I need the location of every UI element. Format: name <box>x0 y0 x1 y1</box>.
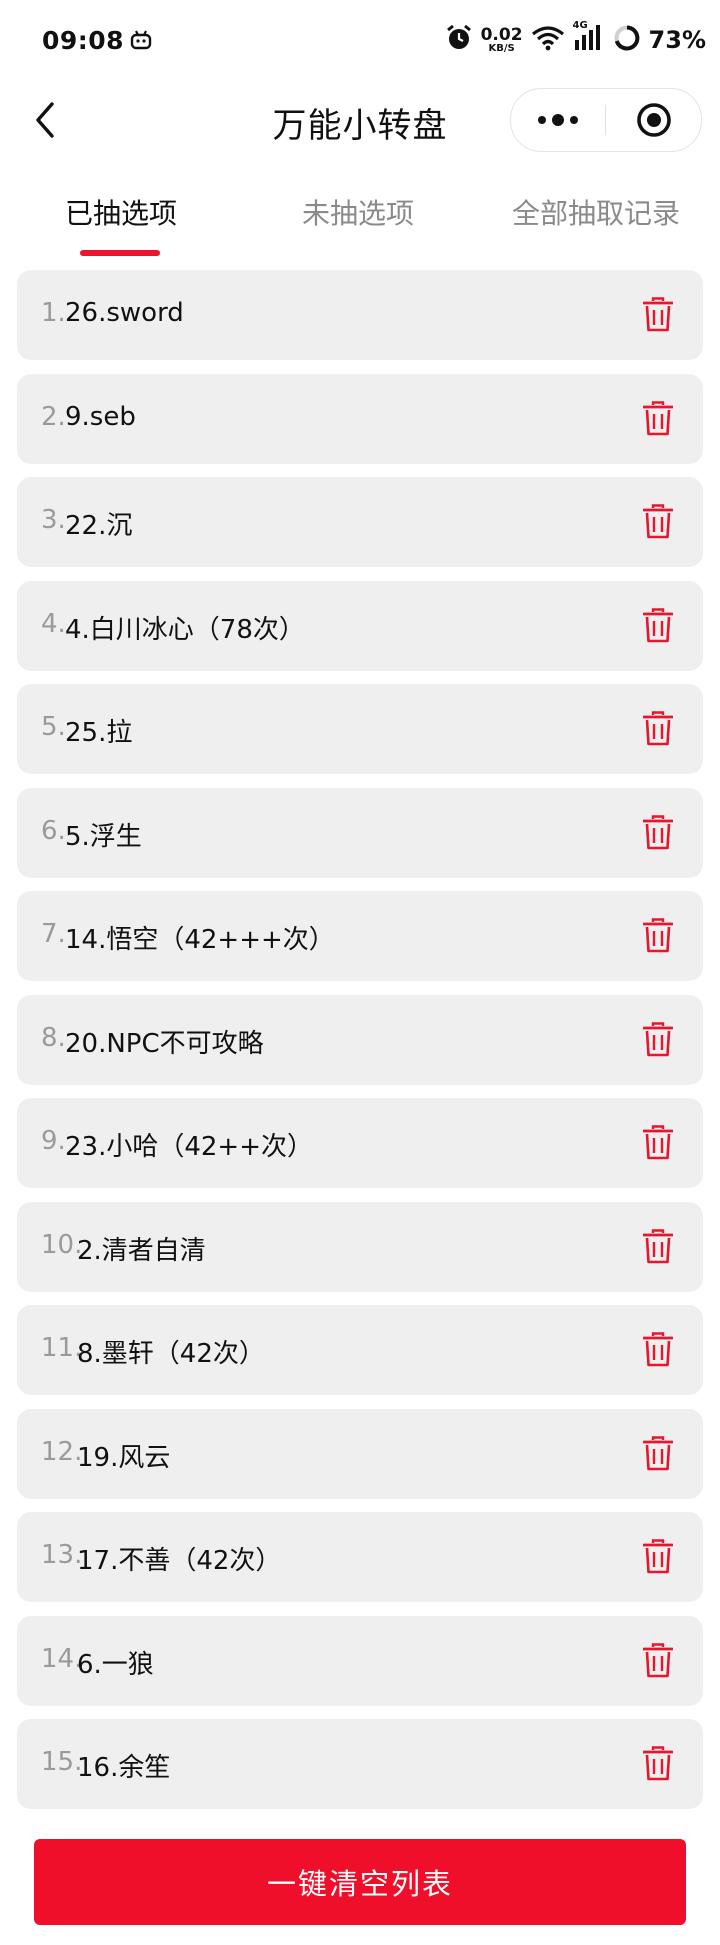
net-speed-unit: KB/S <box>488 42 515 54</box>
trash-icon[interactable] <box>642 1125 674 1161</box>
list-item: 4. 4.白川冰心（78次） <box>17 580 703 671</box>
item-index: 9. <box>41 1126 66 1156</box>
item-label: 17.不善（42次） <box>77 1546 282 1576</box>
item-index: 5. <box>41 712 66 742</box>
list-item: 12. 19.风云 <box>17 1408 703 1499</box>
list-item: 10. 2.清者自清 <box>17 1201 703 1292</box>
list-item: 1. 26.sword <box>17 270 703 360</box>
tab-all-records[interactable]: 全部抽取记录 <box>512 192 680 232</box>
battery-icon <box>613 24 641 56</box>
item-label: 19.风云 <box>77 1442 171 1473</box>
target-circle-icon <box>637 103 671 137</box>
app-notification-icon <box>130 30 152 54</box>
item-label: 16.余笙 <box>77 1753 171 1783</box>
item-label: 8.墨轩（42次） <box>77 1339 265 1369</box>
item-label: 25.拉 <box>65 718 133 748</box>
list-item: 9. 23.小哈（42++次） <box>17 1098 703 1188</box>
tab-drawn[interactable]: 已抽选项 <box>65 192 177 232</box>
net-speed: 0.02 KB/S <box>480 24 523 54</box>
trash-icon[interactable] <box>642 814 674 851</box>
trash-icon[interactable] <box>642 1539 674 1575</box>
status-time: 09:08 <box>42 26 125 55</box>
trash-icon[interactable] <box>642 918 674 954</box>
network-type: 4G <box>572 20 588 31</box>
list-item: 15. 16.余笙 <box>17 1719 703 1809</box>
more-button[interactable] <box>511 89 605 151</box>
tab-undrawn[interactable]: 未抽选项 <box>302 192 414 232</box>
list-item: 5. 25.拉 <box>17 684 703 774</box>
net-speed-value: 0.02 <box>480 24 523 45</box>
trash-icon[interactable] <box>642 711 674 747</box>
item-label: 26.sword <box>65 298 184 328</box>
item-label: 23.小哈（42++次） <box>65 1132 314 1162</box>
list-item: 11. 8.墨轩（42次） <box>17 1305 703 1395</box>
item-label: 14.悟空（42+++次） <box>65 925 335 955</box>
item-label: 5.浮生 <box>65 821 142 852</box>
item-index: 2. <box>41 401 66 432</box>
capsule-divider <box>605 105 606 135</box>
clear-list-button[interactable]: 一键清空列表 <box>34 1839 686 1925</box>
wifi-icon <box>531 25 565 55</box>
battery-level: 73% <box>648 26 706 54</box>
mini-program-capsule <box>510 88 702 152</box>
item-index: 3. <box>41 505 66 535</box>
list-item: 6. 5.浮生 <box>17 787 703 878</box>
active-tab-indicator <box>80 250 160 256</box>
item-index: 1. <box>41 298 66 328</box>
trash-icon[interactable] <box>642 1228 674 1265</box>
cellular-signal-icon: 4G <box>573 20 605 56</box>
list-item: 3. 22.沉 <box>17 477 703 567</box>
list-item: 14. 6.一狼 <box>17 1615 703 1706</box>
item-index: 8. <box>41 1022 66 1053</box>
trash-icon[interactable] <box>642 607 674 644</box>
trash-icon[interactable] <box>642 1021 674 1058</box>
status-indicators: 0.02 KB/S 4G 73% <box>445 20 706 58</box>
trash-icon[interactable] <box>642 1746 674 1782</box>
list-item: 7. 14.悟空（42+++次） <box>17 891 703 981</box>
alarm-icon <box>445 24 473 56</box>
list-item: 8. 20.NPC不可攻略 <box>17 994 703 1085</box>
more-dots-icon <box>538 114 578 126</box>
trash-icon[interactable] <box>642 1642 674 1679</box>
item-label: 20.NPC不可攻略 <box>65 1028 264 1059</box>
tab-bar: 已抽选项 未抽选项 全部抽取记录 <box>0 180 720 260</box>
item-index: 4. <box>41 608 66 639</box>
item-label: 2.清者自清 <box>77 1235 206 1266</box>
list-item: 13. 17.不善（42次） <box>17 1512 703 1602</box>
item-index: 6. <box>41 815 66 846</box>
trash-icon[interactable] <box>642 1332 674 1368</box>
drawn-items-list: 1. 26.sword 2. 9.seb 3. 22.沉 4. 4.白川冰心（78次） 5. 25… <box>17 270 703 1823</box>
item-index: 7. <box>41 919 66 949</box>
nav-header: 万能小转盘 <box>0 80 720 160</box>
item-label: 4.白川冰心（78次） <box>65 614 305 645</box>
list-item: 2. 9.seb <box>17 373 703 464</box>
trash-icon[interactable] <box>642 297 674 333</box>
trash-icon[interactable] <box>642 1435 674 1472</box>
item-label: 22.沉 <box>65 511 133 541</box>
trash-icon[interactable] <box>642 504 674 540</box>
item-label: 6.一狼 <box>77 1649 154 1680</box>
close-miniprogram-button[interactable] <box>607 89 701 151</box>
item-label: 9.seb <box>65 401 136 432</box>
trash-icon[interactable] <box>642 400 674 437</box>
status-bar: 09:08 0.02 KB/S 4G 73% <box>0 0 720 80</box>
